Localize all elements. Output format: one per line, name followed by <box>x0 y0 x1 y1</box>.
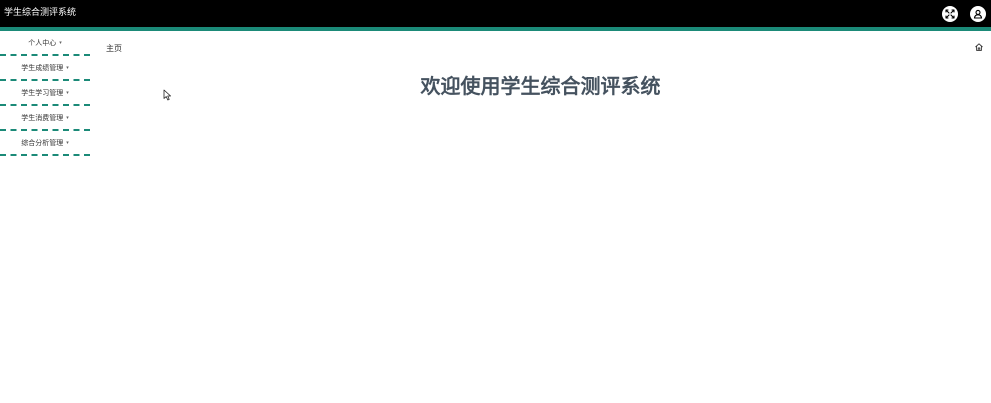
sidebar-item-grade-management[interactable]: 学生成绩管理 ▾ <box>0 56 90 81</box>
user-button[interactable] <box>970 6 986 22</box>
chevron-down-icon: ▾ <box>66 115 69 121</box>
sidebar-item-label: 学生成绩管理 ▾ <box>21 64 69 72</box>
sidebar-item-study-management[interactable]: 学生学习管理 ▾ <box>0 81 90 106</box>
sidebar-item-label: 学生消费管理 ▾ <box>21 114 69 122</box>
top-bar: 学生综合测评系统 <box>0 0 991 31</box>
breadcrumb-home[interactable]: 主页 <box>106 43 122 54</box>
sidebar-menu: 个人中心 ▾ 学生成绩管理 ▾ 学生学习管理 ▾ 学生消费管理 ▾ 综合分析管理 ▾ <box>0 31 90 156</box>
fullscreen-button[interactable] <box>942 6 958 22</box>
chevron-down-icon: ▾ <box>59 40 62 46</box>
sidebar-item-consumption-management[interactable]: 学生消费管理 ▾ <box>0 106 90 131</box>
sidebar-item-analysis-management[interactable]: 综合分析管理 ▾ <box>0 131 90 156</box>
sidebar-item-label: 个人中心 ▾ <box>28 39 62 47</box>
app-title: 学生综合测评系统 <box>4 8 77 18</box>
chevron-down-icon: ▾ <box>66 140 69 146</box>
sidebar-item-label: 综合分析管理 ▾ <box>21 139 69 147</box>
sidebar-item-personal-center[interactable]: 个人中心 ▾ <box>0 31 90 56</box>
mouse-cursor-icon <box>163 89 171 101</box>
chevron-down-icon: ▾ <box>66 90 69 96</box>
sidebar-item-label: 学生学习管理 ▾ <box>21 89 69 97</box>
chevron-down-icon: ▾ <box>66 65 69 71</box>
fullscreen-icon <box>945 9 955 19</box>
home-icon[interactable] <box>974 42 984 52</box>
user-icon <box>973 9 983 19</box>
welcome-heading: 欢迎使用学生综合测评系统 <box>420 74 661 98</box>
